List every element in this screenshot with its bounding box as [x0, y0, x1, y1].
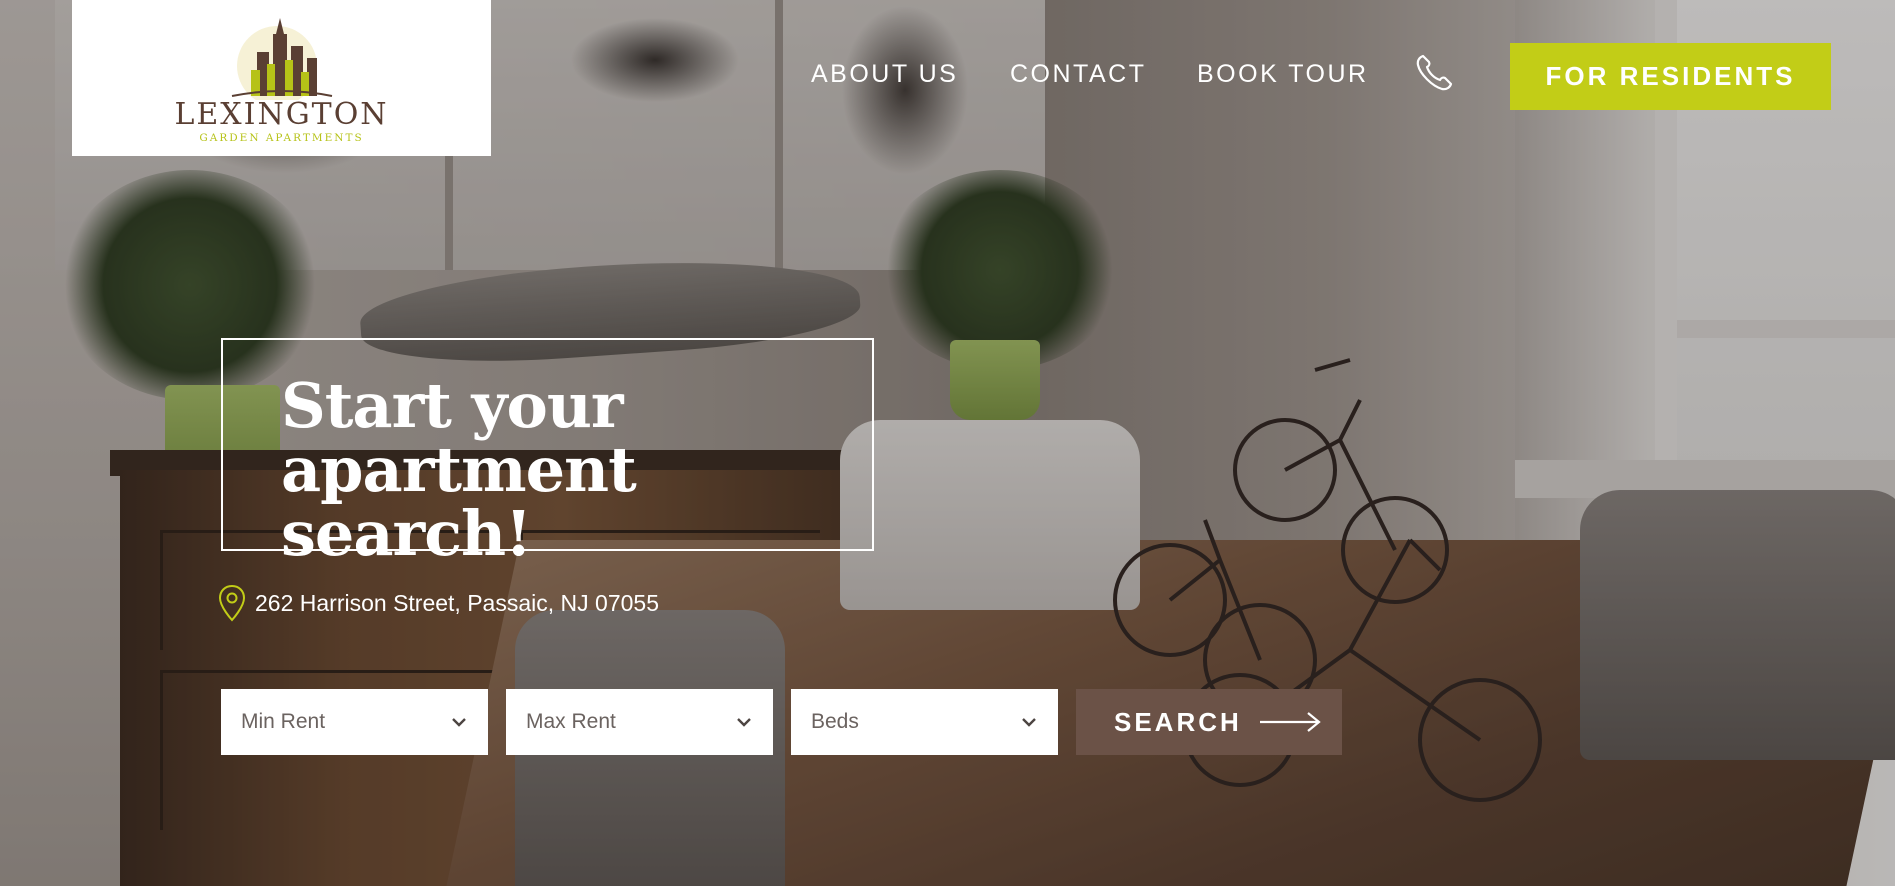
beds-placeholder: Beds [811, 710, 859, 733]
max-rent-placeholder: Max Rent [526, 710, 616, 733]
chevron-down-icon [737, 718, 751, 727]
beds-select[interactable]: Beds [791, 689, 1058, 755]
headline-line-1: Start your [281, 369, 624, 442]
headline-box: Start your apartment search! [221, 338, 874, 566]
max-rent-select[interactable]: Max Rent [506, 689, 773, 755]
search-button-label: SEARCH [1114, 706, 1242, 737]
phone-icon[interactable] [1414, 52, 1456, 94]
chevron-down-icon [1022, 718, 1036, 727]
search-button[interactable]: SEARCH [1076, 689, 1342, 755]
logo-card[interactable]: LEXINGTON GARDEN APARTMENTS [72, 0, 491, 156]
logo-building-icon [231, 18, 332, 100]
arrow-right-icon [1259, 712, 1321, 732]
headline-line-2: apartment search! [281, 433, 637, 570]
map-pin-icon [218, 584, 246, 622]
nav-book-tour[interactable]: BOOK TOUR [1197, 60, 1369, 89]
nav-about-us[interactable]: ABOUT US [811, 60, 958, 89]
nav-contact[interactable]: CONTACT [1010, 60, 1146, 89]
logo-tagline: GARDEN APARTMENTS [199, 132, 364, 144]
address-line[interactable]: 262 Harrison Street, Passaic, NJ 07055 [217, 584, 659, 622]
chevron-down-icon [452, 718, 466, 727]
page-title: Start your apartment search! [281, 374, 872, 566]
logo-wordmark: LEXINGTON [174, 97, 389, 132]
min-rent-select[interactable]: Min Rent [221, 689, 488, 755]
for-residents-button[interactable]: FOR RESIDENTS [1510, 43, 1831, 110]
address-text: 262 Harrison Street, Passaic, NJ 07055 [255, 589, 659, 616]
min-rent-placeholder: Min Rent [241, 710, 326, 733]
